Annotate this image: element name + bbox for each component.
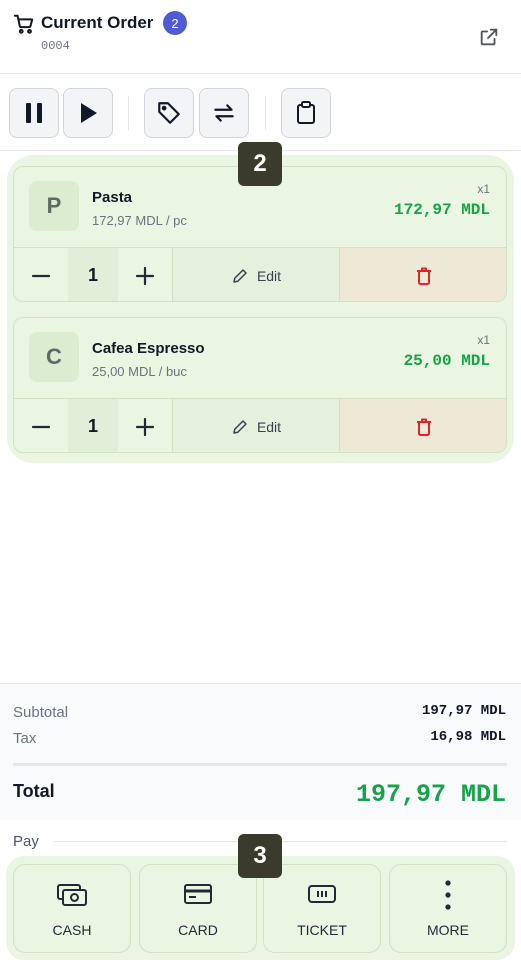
item-avatar: C <box>29 332 79 382</box>
delete-item-button[interactable] <box>339 248 506 301</box>
step-badge: 2 <box>238 142 282 186</box>
more-icon <box>445 880 451 910</box>
order-header: Current Order 2 0004 <box>0 0 521 74</box>
item-actions: 1 Edit <box>14 247 506 301</box>
play-icon <box>81 103 97 123</box>
edit-item-button[interactable]: Edit <box>172 399 339 452</box>
transfer-button[interactable] <box>199 88 249 138</box>
clear-order-button[interactable] <box>281 88 331 138</box>
minus-icon <box>31 274 51 277</box>
item-unit-price: 25,00 MDL / buc <box>92 364 187 379</box>
pencil-icon <box>233 419 247 434</box>
item-name: Pasta <box>92 189 133 206</box>
item-line-total: 25,00 MDL <box>403 352 490 370</box>
card-icon <box>184 884 212 904</box>
quantity-value[interactable]: 1 <box>68 399 118 452</box>
plus-icon <box>135 417 155 436</box>
item-avatar: P <box>29 181 79 231</box>
discount-button[interactable] <box>144 88 194 138</box>
more-label: MORE <box>427 922 469 938</box>
subtotal-label: Subtotal <box>13 704 69 721</box>
pause-icon <box>26 103 42 123</box>
external-link-icon[interactable] <box>478 26 500 48</box>
order-toolbar <box>0 74 521 151</box>
item-actions: 1 Edit <box>14 398 506 452</box>
pause-button[interactable] <box>9 88 59 138</box>
item-line-total: 172,97 MDL <box>393 201 490 219</box>
decrease-quantity-button[interactable] <box>14 399 68 452</box>
increase-quantity-button[interactable] <box>118 248 172 301</box>
toolbar-divider <box>265 96 266 130</box>
edit-label: Edit <box>256 267 282 284</box>
pencil-icon <box>233 268 247 283</box>
cart-icon <box>13 14 34 34</box>
pay-more-button[interactable]: MORE <box>389 864 507 953</box>
delete-item-button[interactable] <box>339 399 506 452</box>
increase-quantity-button[interactable] <box>118 399 172 452</box>
total-label: Total <box>13 781 55 801</box>
cash-icon <box>57 884 87 906</box>
tax-label: Tax <box>13 730 37 747</box>
tax-value: 16,98 MDL <box>430 729 506 745</box>
step-badge: 3 <box>238 834 282 878</box>
trash-icon <box>417 267 431 285</box>
item-name: Cafea Espresso <box>92 340 205 357</box>
item-unit-price: 172,97 MDL / pc <box>92 213 187 228</box>
item-quantity-tag: x1 <box>477 182 490 196</box>
card-label: CARD <box>178 922 218 938</box>
totals-divider <box>13 763 507 766</box>
resume-button[interactable] <box>63 88 113 138</box>
toolbar-divider <box>128 96 129 130</box>
order-totals: Subtotal 197,97 MDL Tax 16,98 MDL Total … <box>0 683 521 820</box>
minus-icon <box>31 425 51 428</box>
pay-section-label: Pay <box>13 833 39 850</box>
order-number: 0004 <box>41 39 70 53</box>
quantity-value[interactable]: 1 <box>68 248 118 301</box>
edit-label: Edit <box>256 418 282 435</box>
pay-cash-button[interactable]: CASH <box>13 864 131 953</box>
item-quantity-tag: x1 <box>477 333 490 347</box>
clipboard-icon <box>297 101 315 124</box>
edit-item-button[interactable]: Edit <box>172 248 339 301</box>
cash-label: CASH <box>52 922 92 938</box>
item-count-badge: 2 <box>163 11 187 35</box>
decrease-quantity-button[interactable] <box>14 248 68 301</box>
ticket-icon <box>308 885 336 903</box>
subtotal-value: 197,97 MDL <box>421 703 506 719</box>
plus-icon <box>135 266 155 285</box>
tag-icon <box>158 102 180 124</box>
total-value: 197,97 MDL <box>355 780 506 809</box>
trash-icon <box>417 418 431 436</box>
cart-item: P Pasta 172,97 MDL / pc x1 172,97 MDL 1 … <box>13 166 507 302</box>
page-title: Current Order <box>41 13 154 32</box>
ticket-label: TICKET <box>297 922 347 938</box>
cart-item: C Cafea Espresso 25,00 MDL / buc x1 25,0… <box>13 317 507 453</box>
pay-card-button[interactable]: CARD <box>139 864 257 953</box>
pay-ticket-button[interactable]: TICKET <box>263 864 381 953</box>
swap-icon <box>214 104 234 122</box>
